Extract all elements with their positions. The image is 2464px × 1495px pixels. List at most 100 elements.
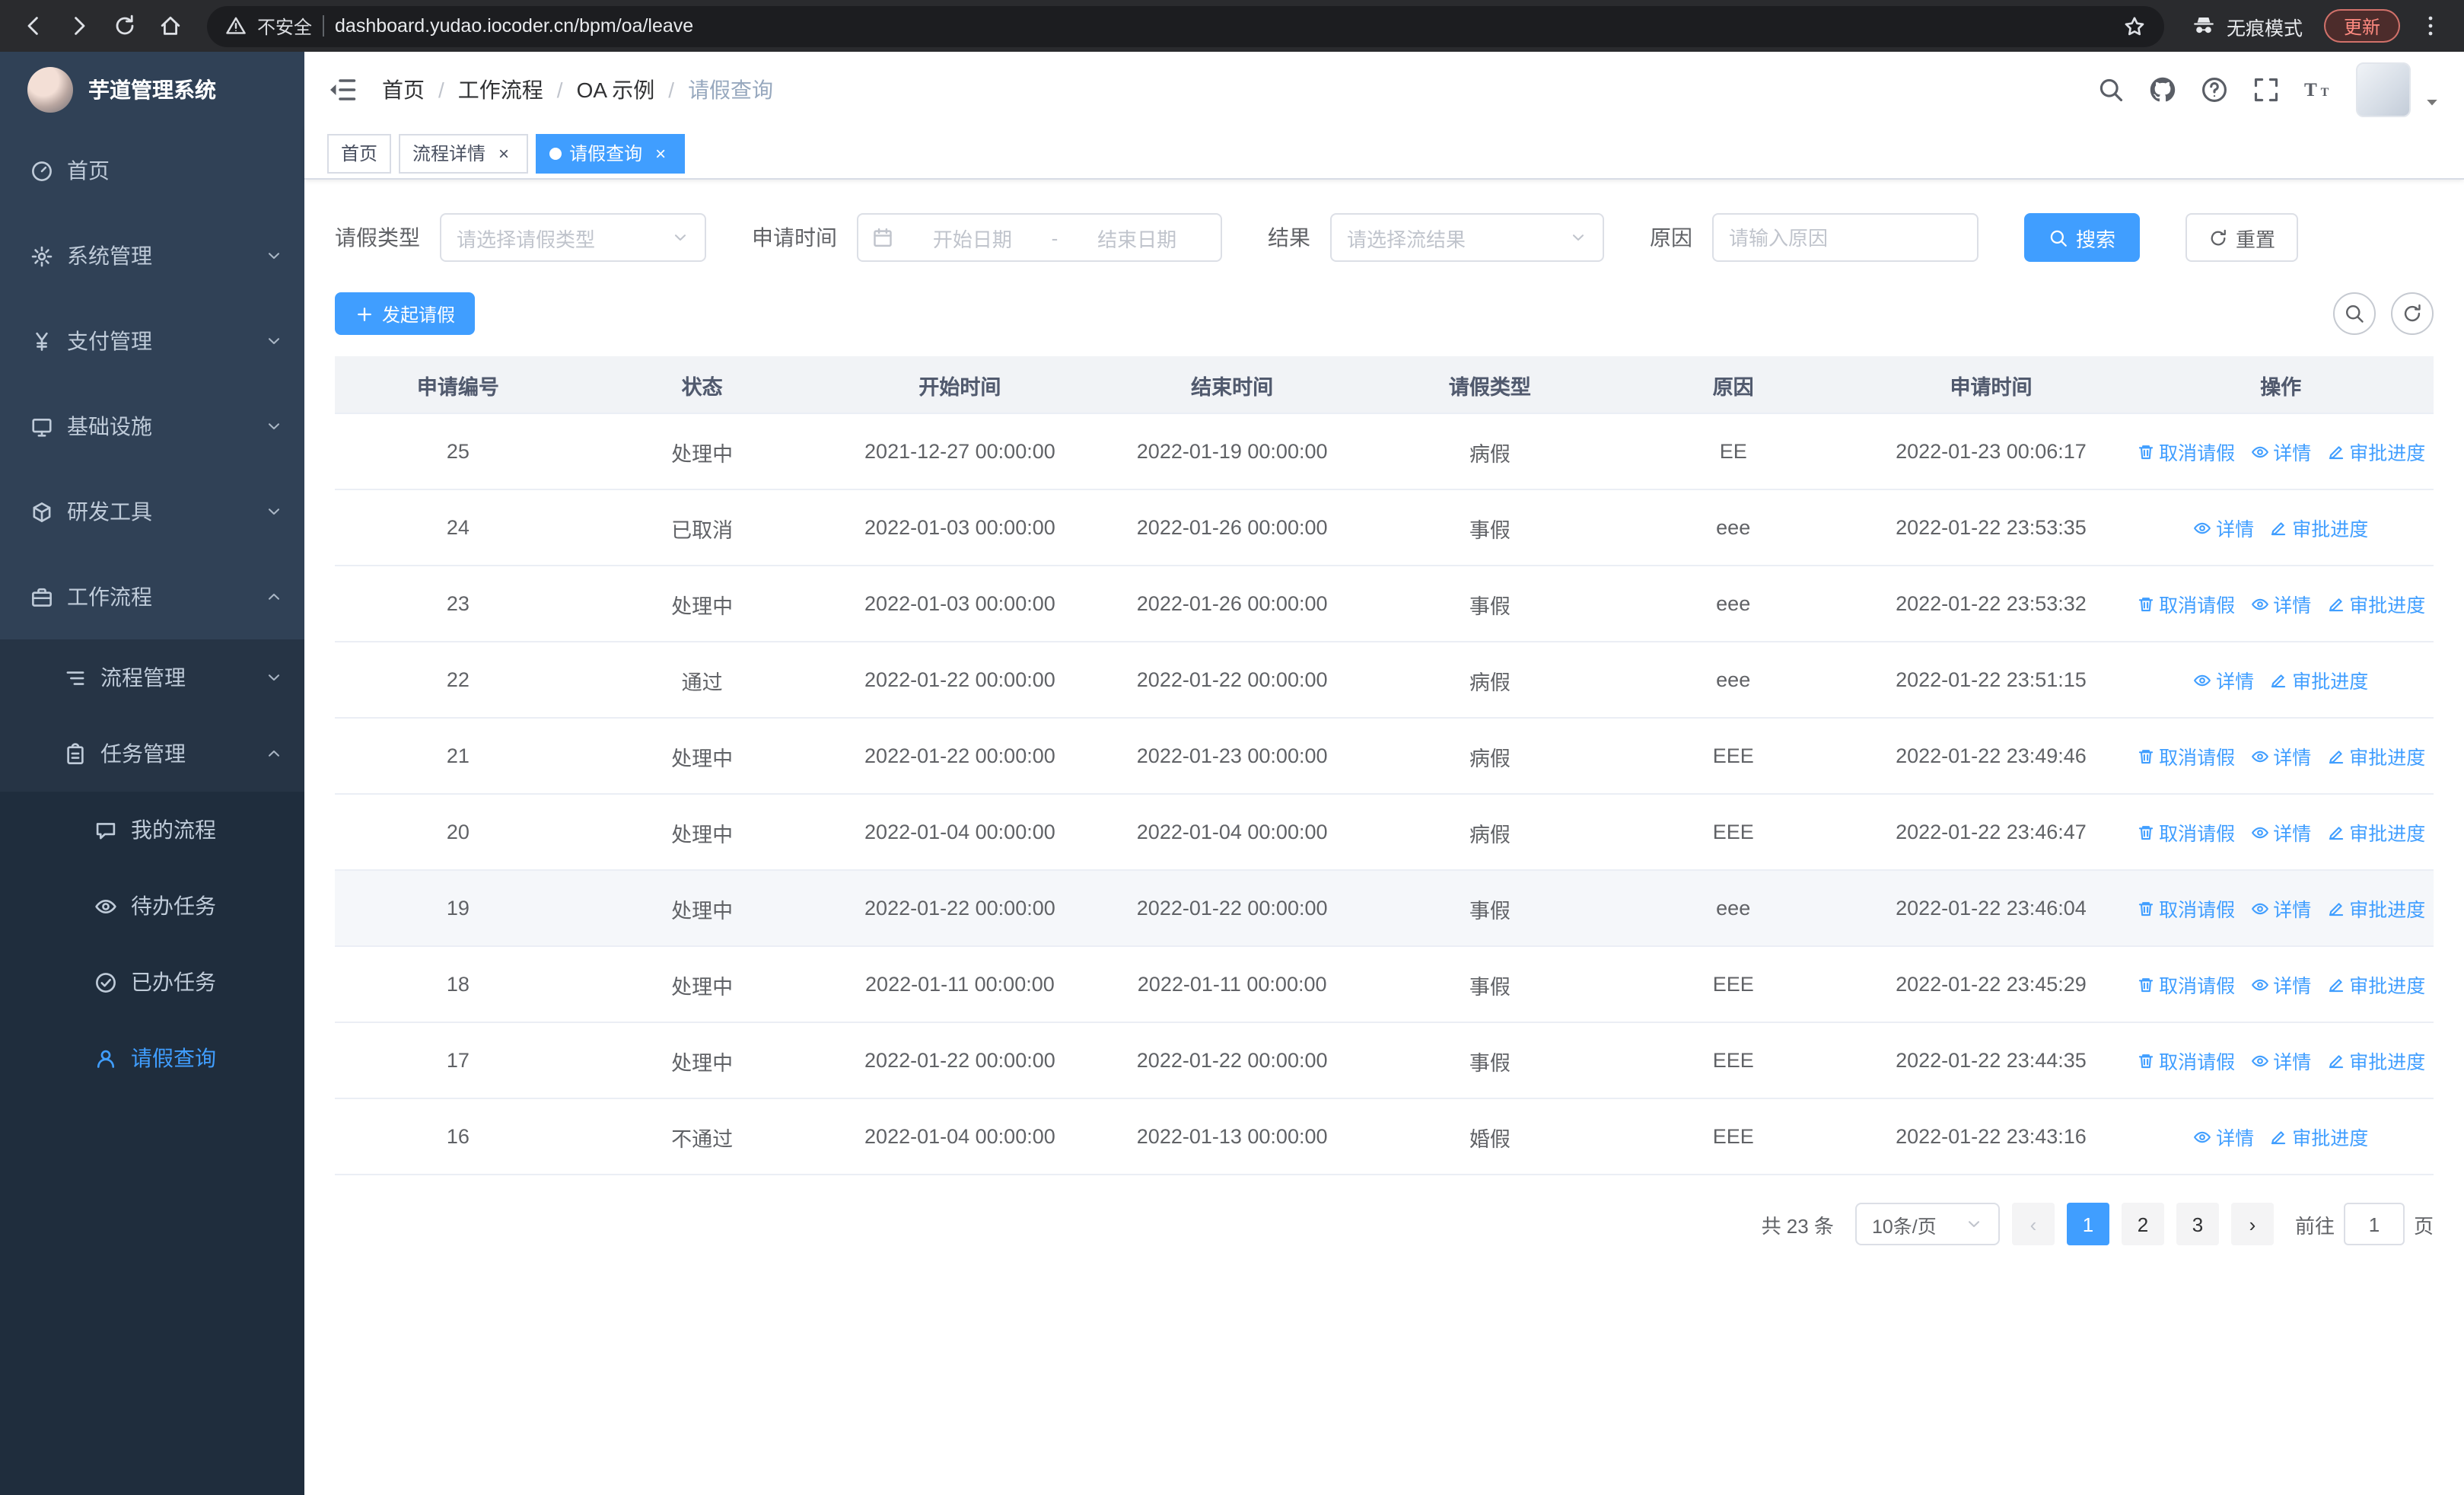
sidebar-item-system-management[interactable]: 系统管理 (0, 213, 304, 298)
cell-end_time: 2022-01-22 00:00:00 (1136, 1049, 1328, 1072)
breadcrumb-item-home[interactable]: 首页 (382, 75, 425, 105)
page-button-3[interactable]: 3 (2176, 1203, 2219, 1245)
url-text: dashboard.yudao.iocoder.cn/bpm/oa/leave (335, 15, 694, 37)
start-date-placeholder: 开始日期 (932, 228, 1012, 250)
sidebar-item-todo-tasks[interactable]: 待办任务 (0, 868, 304, 944)
cell-end_time: 2022-01-23 00:00:00 (1136, 744, 1328, 767)
op-label: 详情 (2216, 671, 2255, 693)
browser-reload-icon[interactable] (103, 5, 146, 47)
cancel-leave-link[interactable]: 取消请假 (2136, 894, 2235, 923)
user-avatar[interactable] (2356, 62, 2411, 117)
filter-form: 请假类型 请选择请假类型 申请时间 开始日期 - 结束日期 结果 请选择流结果 … (335, 213, 2434, 262)
apply-time-range-picker[interactable]: 开始日期 - 结束日期 (857, 213, 1222, 262)
fullscreen-icon[interactable] (2252, 76, 2280, 104)
browser-update-button[interactable]: 更新 (2323, 9, 2400, 43)
sidebar-item-my-process[interactable]: 我的流程 (0, 792, 304, 868)
breadcrumb: 首页 / 工作流程 / OA 示例 / 请假查询 (382, 75, 773, 105)
create-leave-button[interactable]: 发起请假 (335, 292, 476, 335)
page-button-2[interactable]: 2 (2121, 1203, 2164, 1245)
hide-search-button[interactable] (2333, 292, 2376, 335)
address-bar[interactable]: 不安全 dashboard.yudao.iocoder.cn/bpm/oa/le… (207, 5, 2164, 46)
reason-input[interactable] (1712, 213, 1979, 262)
browser-home-icon[interactable] (149, 5, 192, 47)
page-jump-input[interactable] (2343, 1203, 2405, 1245)
next-page-button[interactable]: › (2230, 1203, 2274, 1245)
cell-apply_time: 2022-01-22 23:49:46 (1896, 744, 2087, 767)
tab-leave-query[interactable]: 请假查询 × (536, 133, 686, 173)
detail-link[interactable]: 详情 (2250, 1046, 2311, 1075)
leave-type-select[interactable]: 请选择请假类型 (440, 213, 706, 262)
detail-link[interactable]: 详情 (2193, 1122, 2254, 1151)
cancel-leave-link[interactable]: 取消请假 (2136, 741, 2235, 770)
sidebar-item-workflow[interactable]: 工作流程 (0, 554, 304, 639)
approval-progress-link[interactable]: 审批进度 (2326, 818, 2425, 846)
sidebar-toggle-icon[interactable] (327, 75, 358, 105)
refresh-icon (2208, 228, 2228, 247)
approval-progress-link[interactable]: 审批进度 (2326, 970, 2425, 999)
page-size-select[interactable]: 10条/页 (1854, 1203, 2000, 1245)
browser-back-icon[interactable] (12, 5, 55, 47)
approval-progress-link[interactable]: 审批进度 (2326, 1046, 2425, 1075)
page-button-1[interactable]: 1 (2066, 1203, 2109, 1245)
browser-menu-icon[interactable] (2409, 5, 2452, 47)
approval-progress-link[interactable]: 审批进度 (2269, 665, 2368, 694)
detail-link[interactable]: 详情 (2250, 741, 2311, 770)
cancel-leave-link[interactable]: 取消请假 (2136, 589, 2235, 618)
sidebar-item-label: 我的流程 (131, 818, 216, 842)
close-icon[interactable]: × (493, 142, 514, 164)
sidebar-item-leave-query[interactable]: 请假查询 (0, 1020, 304, 1096)
cancel-leave-link[interactable]: 取消请假 (2136, 437, 2235, 466)
browser-forward-icon[interactable] (58, 5, 100, 47)
font-size-icon[interactable]: TT (2304, 76, 2332, 104)
sidebar-item-label: 工作流程 (67, 585, 152, 609)
prev-page-button[interactable]: ‹ (2011, 1203, 2055, 1245)
approval-progress-link[interactable]: 审批进度 (2326, 589, 2425, 618)
create-leave-label: 发起请假 (382, 304, 456, 325)
op-label: 详情 (2216, 1128, 2255, 1149)
breadcrumb-item-workflow[interactable]: 工作流程 (458, 75, 543, 105)
refresh-table-button[interactable] (2391, 292, 2434, 335)
sidebar-item-done-tasks[interactable]: 已办任务 (0, 944, 304, 1020)
search-button[interactable]: 搜索 (2024, 213, 2141, 262)
detail-link[interactable]: 详情 (2250, 970, 2311, 999)
detail-link[interactable]: 详情 (2193, 665, 2254, 694)
sidebar-item-dev-tools[interactable]: 研发工具 (0, 469, 304, 554)
reset-button[interactable]: 重置 (2185, 213, 2299, 262)
close-icon[interactable]: × (650, 142, 671, 164)
result-select[interactable]: 请选择流结果 (1330, 213, 1604, 262)
tab-process-detail[interactable]: 流程详情 × (399, 133, 529, 173)
warning-icon[interactable] (225, 15, 247, 37)
op-label: 审批进度 (2349, 900, 2426, 921)
sidebar-item-label: 待办任务 (131, 894, 216, 918)
approval-progress-link[interactable]: 审批进度 (2269, 513, 2368, 542)
detail-link[interactable]: 详情 (2250, 589, 2311, 618)
sidebar-item-payment-management[interactable]: 支付管理 (0, 298, 304, 384)
tab-home[interactable]: 首页 (327, 133, 392, 173)
approval-progress-link[interactable]: 审批进度 (2269, 1122, 2368, 1151)
approval-progress-link[interactable]: 审批进度 (2326, 437, 2425, 466)
leave-type-filter: 请假类型 请选择请假类型 (335, 213, 706, 262)
github-icon[interactable] (2149, 76, 2176, 104)
sidebar-item-label: 已办任务 (131, 970, 216, 994)
approval-progress-link[interactable]: 审批进度 (2326, 894, 2425, 923)
search-icon[interactable] (2097, 76, 2125, 104)
sidebar-item-infrastructure[interactable]: 基础设施 (0, 384, 304, 469)
help-icon[interactable] (2201, 76, 2228, 104)
sidebar-item-process-management[interactable]: 流程管理 (0, 639, 304, 716)
sidebar-item-task-management[interactable]: 任务管理 (0, 716, 304, 792)
logo[interactable]: 芋道管理系统 (0, 52, 304, 128)
breadcrumb-item-oa-example[interactable]: OA 示例 (577, 75, 655, 105)
cancel-leave-link[interactable]: 取消请假 (2136, 970, 2235, 999)
detail-link[interactable]: 详情 (2250, 818, 2311, 846)
bookmark-star-icon[interactable] (2123, 14, 2146, 37)
sidebar-item-home[interactable]: 首页 (0, 128, 304, 213)
detail-link[interactable]: 详情 (2250, 437, 2311, 466)
table-header: 申请编号 状态 开始时间 结束时间 请假类型 原因 申请时间 操作 (335, 356, 2434, 414)
cancel-leave-link[interactable]: 取消请假 (2136, 818, 2235, 846)
detail-link[interactable]: 详情 (2250, 894, 2311, 923)
approval-progress-link[interactable]: 审批进度 (2326, 741, 2425, 770)
caret-down-icon[interactable] (2423, 93, 2441, 111)
op-label: 审批进度 (2349, 824, 2426, 845)
detail-link[interactable]: 详情 (2193, 513, 2254, 542)
cancel-leave-link[interactable]: 取消请假 (2136, 1046, 2235, 1075)
